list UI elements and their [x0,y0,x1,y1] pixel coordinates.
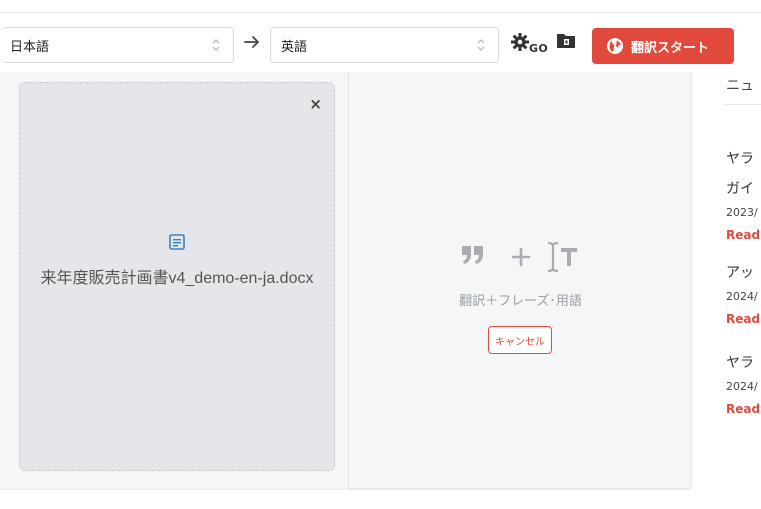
news-sidebar: ニュ ヤラ ガイ 2023/ Read アッ 2024/ Read ヤラ 202… [724,72,761,452]
settings-go-button[interactable]: GO [510,32,552,56]
target-language-value: 英語 [281,39,308,55]
news-divider [724,104,761,105]
arrow-right-icon [244,36,259,48]
source-language-select[interactable]: 日本語 [2,27,234,63]
translation-options-panel: 翻訳＋フレーズ･用語 キャンセル [350,72,691,488]
news-header: ニュ [726,78,754,94]
news-item-title[interactable]: アッ [726,262,754,282]
news-item-date: 2023/ [726,206,758,219]
news-read-link[interactable]: Read [726,228,760,242]
news-read-link[interactable]: Read [726,402,760,416]
news-item-date: 2024/ [726,290,758,303]
feature-icons [462,241,577,273]
news-item-title[interactable]: ヤラ [726,352,754,372]
start-translation-button[interactable]: 翻訳スタート [592,28,734,64]
folder-icon[interactable] [556,32,576,50]
news-item-title[interactable]: ヤラ [726,148,754,168]
select-chevron-icon [212,39,220,51]
gear-icon [511,33,529,51]
file-name: 来年度販売計画書v4_demo-en-ja.docx [40,270,314,287]
remove-file-button[interactable]: × [309,95,322,113]
cancel-button[interactable]: キャンセル [488,326,552,354]
news-item-date: 2024/ [726,380,758,393]
top-divider [0,12,761,13]
go-label: GO [529,42,548,55]
news-item-title[interactable]: ガイ [726,178,754,198]
bottom-divider [0,489,692,490]
plus-icon [511,247,531,267]
quote-icon [462,246,483,264]
select-chevron-icon [477,39,485,51]
start-button-label: 翻訳スタート [631,40,710,56]
source-language-value: 日本語 [10,39,50,55]
document-icon [169,234,185,250]
feature-label: 翻訳＋フレーズ･用語 [459,294,582,309]
text-cursor-icon [547,241,559,273]
news-read-link[interactable]: Read [726,312,760,326]
uploaded-file-card: × 来年度販売計画書v4_demo-en-ja.docx [19,82,335,471]
globe-icon [607,38,623,54]
target-language-select[interactable]: 英語 [270,27,499,63]
